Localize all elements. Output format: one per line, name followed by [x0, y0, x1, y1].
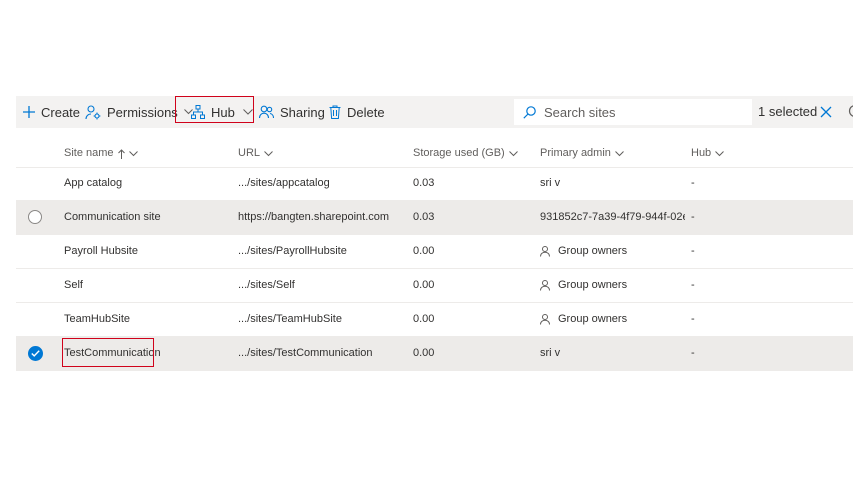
admin-text: sri v [540, 177, 561, 189]
storage-used: 0.03 [413, 211, 435, 223]
table-row[interactable]: App catalog .../sites/appcatalog 0.03 sri v… [16, 167, 853, 201]
people-icon [259, 105, 274, 119]
primary-admin: Group owners [540, 303, 685, 336]
person-icon [540, 314, 550, 325]
hub-label: Hub [211, 104, 235, 120]
person-icon [540, 280, 550, 291]
primary-admin: Group owners [540, 269, 685, 302]
hub-button[interactable]: Hub [191, 96, 253, 128]
site-name[interactable]: Payroll Hubsite [64, 235, 234, 268]
chevron-down-icon [508, 150, 518, 156]
chevron-down-icon [243, 109, 253, 115]
search-box[interactable]: Search sites [514, 99, 752, 125]
column-header-label: Hub [691, 147, 712, 159]
admin-text: Group owners [558, 313, 628, 325]
site-url: .../sites/appcatalog [238, 177, 330, 189]
people-settings-icon [85, 104, 101, 119]
site-url: .../sites/TestCommunication [238, 347, 373, 359]
site-name[interactable]: TeamHubSite [64, 303, 234, 336]
table-row[interactable]: Self .../sites/Self 0.00 Group owners - [16, 269, 853, 303]
site-url: .../sites/TeamHubSite [238, 313, 342, 325]
column-header-label: Storage used (GB) [413, 147, 505, 159]
primary-admin: sri v [540, 337, 685, 370]
site-name[interactable]: TestCommunication [64, 337, 234, 370]
storage-used: 0.00 [413, 245, 435, 257]
chevron-down-icon [715, 150, 725, 156]
storage-used: 0.00 [413, 279, 435, 291]
column-header-url[interactable]: URL [238, 140, 273, 167]
chevron-down-icon [615, 150, 624, 156]
row-select-checked[interactable] [28, 346, 43, 361]
table-row[interactable]: Communication site https://bangten.sharep… [16, 201, 853, 235]
sharing-button[interactable]: Sharing [259, 96, 325, 128]
create-label: Create [41, 104, 81, 120]
site-url: .../sites/PayrollHubsite [238, 245, 347, 257]
hub-value: - [691, 313, 695, 325]
delete-button[interactable]: Delete [329, 96, 385, 128]
partial-icon [848, 105, 853, 117]
table-header: Site name URL Storage used (GB) Primary … [16, 140, 853, 168]
column-header-label: URL [238, 147, 261, 159]
column-header-primary-admin[interactable]: Primary admin [540, 140, 624, 167]
selection-count: 1 selected [758, 104, 818, 119]
create-button[interactable]: Create [23, 96, 80, 128]
hub-value: - [691, 279, 695, 291]
sort-ascending-icon [117, 148, 125, 159]
chevron-down-icon [128, 150, 138, 156]
row-select-radio[interactable] [28, 210, 42, 224]
permissions-label: Permissions [107, 104, 178, 120]
storage-used: 0.00 [413, 313, 435, 325]
table-row[interactable]: Payroll Hubsite .../sites/PayrollHubsite 0… [16, 235, 853, 269]
overflow-icon[interactable] [848, 104, 853, 118]
clear-selection-button[interactable] [820, 105, 832, 123]
column-header-site-name[interactable]: Site name [64, 140, 138, 167]
hub-value: - [691, 245, 695, 257]
primary-admin: sri v [540, 167, 685, 200]
storage-used: 0.03 [413, 177, 435, 189]
sharing-label: Sharing [280, 104, 325, 120]
hub-value: - [691, 177, 695, 189]
hub-value: - [691, 347, 695, 359]
admin-text: Group owners [558, 279, 628, 291]
column-header-hub[interactable]: Hub [691, 140, 725, 167]
site-name[interactable]: App catalog [64, 167, 234, 200]
person-icon [540, 246, 550, 257]
close-icon [820, 106, 832, 118]
column-header-label: Site name [64, 147, 114, 159]
hub-icon [191, 105, 205, 119]
column-header-storage[interactable]: Storage used (GB) [413, 140, 518, 167]
trash-icon [329, 105, 341, 119]
site-name[interactable]: Self [64, 269, 234, 302]
table-row[interactable]: TeamHubSite .../sites/TeamHubSite 0.00 Grou… [16, 303, 853, 337]
admin-text: sri v [540, 347, 561, 359]
admin-text: Group owners [558, 245, 628, 257]
table-row[interactable]: TestCommunication .../sites/TestCommunica… [16, 337, 853, 371]
site-url: https://bangten.sharepoint.com [238, 211, 390, 223]
add-icon [23, 106, 35, 118]
storage-used: 0.00 [413, 347, 435, 359]
primary-admin: Group owners [540, 235, 685, 268]
search-icon [523, 105, 536, 119]
column-header-label: Primary admin [540, 147, 611, 159]
site-name[interactable]: Communication site [64, 201, 234, 234]
site-url: .../sites/Self [238, 279, 295, 291]
hub-value: - [691, 211, 695, 223]
primary-admin: 931852c7-7a39-4f79-944f-02e... [540, 201, 685, 234]
delete-label: Delete [347, 104, 385, 120]
admin-text: 931852c7-7a39-4f79-944f-02e... [540, 211, 685, 223]
chevron-down-icon [264, 150, 273, 156]
permissions-button[interactable]: Permissions [85, 96, 193, 128]
checkmark-icon [31, 350, 40, 357]
search-placeholder: Search sites [544, 104, 616, 120]
